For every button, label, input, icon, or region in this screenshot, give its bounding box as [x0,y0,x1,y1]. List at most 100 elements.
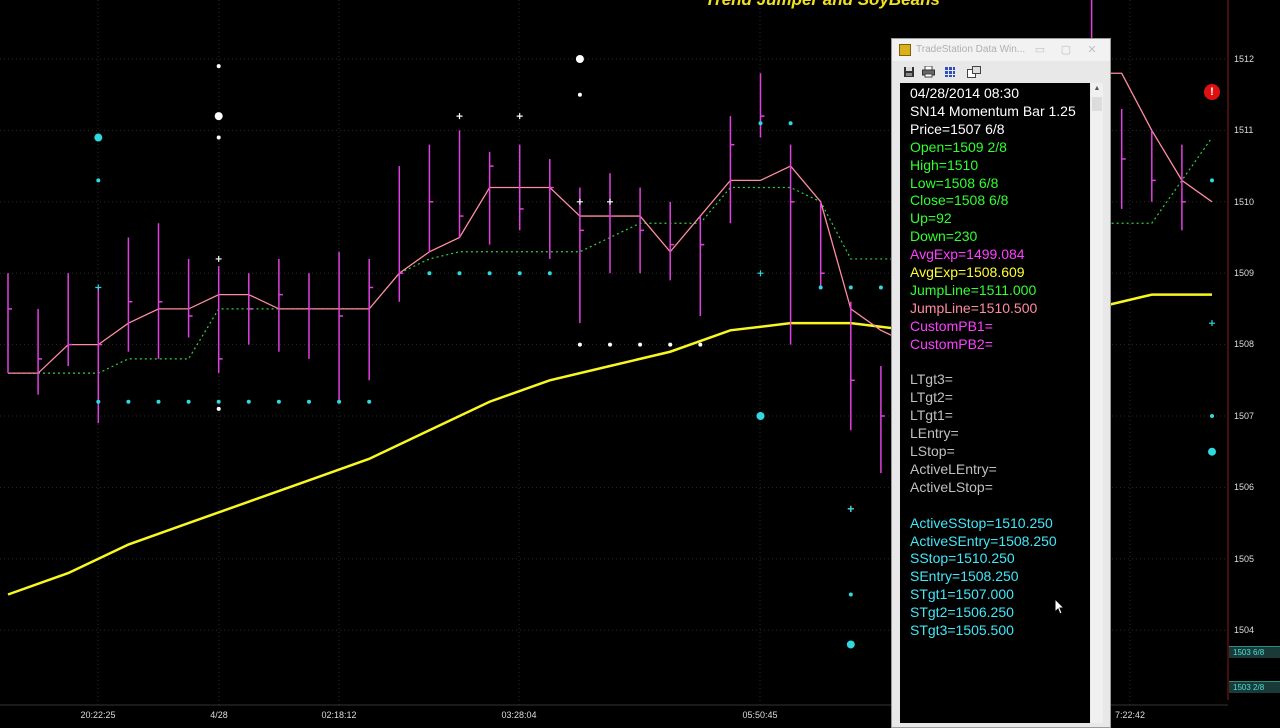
cyan-dot [849,285,853,289]
white-dot [578,93,582,97]
data-window-row: JumpLine=1510.500 [910,299,1037,317]
data-window-row: AvgExp=1508.609 [910,263,1025,281]
scroll-thumb[interactable] [1092,97,1102,111]
data-window[interactable]: TradeStation Data Win... ▭ ▢ ✕ 04/28/201… [891,38,1111,728]
y-tick: 1506 [1234,482,1254,492]
data-window-values: 04/28/2014 08:30SN14 Momentum Bar 1.25Pr… [900,83,1090,723]
data-window-row: LTgt3= [910,370,953,388]
cyan-dot [277,400,281,404]
data-window-row: STgt3=1505.500 [910,621,1014,639]
cyan-cross [95,284,101,290]
data-window-row: SStop=1510.250 [910,549,1015,567]
data-window-row: LEntry= [910,424,959,442]
data-window-row: ActiveLStop= [910,478,993,496]
white-dot [698,343,702,347]
copy-icon[interactable] [967,66,981,79]
cyan-dot [337,400,341,404]
print-icon[interactable] [921,66,935,79]
cyan-dot [548,271,552,275]
cyan-target-dot [757,412,765,420]
white-dot [638,343,642,347]
y-tick: 1512 [1234,54,1254,64]
cyan-dot [217,400,221,404]
white-cross [216,256,222,262]
y-tick: 1511 [1234,125,1253,135]
data-window-row: LTgt2= [910,388,953,406]
mouse-cursor-icon [1054,598,1066,616]
cyan-target-dot [1208,448,1216,456]
last-price-tag: 1503 6/8 [1229,646,1280,658]
white-dot [217,407,221,411]
cyan-dot [759,121,763,125]
alert-icon[interactable]: ! [1204,84,1220,100]
grid-icon[interactable] [943,66,957,79]
x-tick: 03:28:04 [501,710,536,720]
white-cross [577,199,583,205]
cyan-target-dot [94,134,102,142]
cyan-dot [1210,414,1214,418]
data-window-row: CustomPB1= [910,317,993,335]
data-window-row: 04/28/2014 08:30 [910,84,1019,102]
data-window-row: Down=230 [910,227,977,245]
data-window-row: STgt1=1507.000 [910,585,1014,603]
data-window-row: ActiveLEntry= [910,460,997,478]
white-cross [607,199,613,205]
x-tick: 7:22:42 [1115,710,1145,720]
data-window-row: STgt2=1506.250 [910,603,1014,621]
x-tick: 4/28 [210,710,228,720]
cyan-dot [789,121,793,125]
data-window-row: JumpLine=1511.000 [910,281,1036,299]
white-dot [217,136,221,140]
cyan-dot [126,400,130,404]
cyan-dot [187,400,191,404]
last-price-tag: 1503 2/8 [1229,681,1280,693]
data-window-row: SEntry=1508.250 [910,567,1019,585]
data-window-row: LTgt1= [910,406,953,424]
data-window-row: High=1510 [910,156,978,174]
data-window-row: Open=1509 2/8 [910,138,1007,156]
y-tick: 1509 [1234,268,1254,278]
data-window-row: Close=1508 6/8 [910,191,1008,209]
cyan-dot [96,178,100,182]
data-window-row: Low=1508 6/8 [910,174,998,192]
cyan-dot [247,400,251,404]
cyan-dot [849,593,853,597]
white-dot [578,343,582,347]
chart-title: Trend Jumper and SoyBeans [705,0,940,10]
white-target-dot [576,55,584,63]
x-tick: 20:22:25 [80,710,115,720]
cyan-dot [157,400,161,404]
data-window-row: ActiveSStop=1510.250 [910,514,1053,532]
close-button[interactable]: ✕ [1084,43,1100,57]
maximize-button[interactable]: ▢ [1058,43,1074,57]
white-target-dot [215,112,223,120]
data-window-row: SN14 Momentum Bar 1.25 [910,102,1076,120]
minimize-button[interactable]: ▭ [1032,43,1048,57]
data-window-row: ActiveSEntry=1508.250 [910,532,1057,550]
y-tick: 1508 [1234,339,1254,349]
white-dot [217,64,221,68]
cyan-dot [367,400,371,404]
y-tick: 1510 [1234,197,1254,207]
scrollbar[interactable]: ▲ [1091,83,1103,723]
data-window-title: TradeStation Data Win... [916,44,1025,55]
white-cross [457,113,463,119]
cyan-dot [458,271,462,275]
data-window-toolbar [892,64,1110,82]
data-window-titlebar[interactable]: TradeStation Data Win... ▭ ▢ ✕ [892,39,1110,61]
cyan-dot [518,271,522,275]
y-tick: 1504 [1234,625,1254,635]
cyan-dot [307,400,311,404]
save-icon[interactable] [902,66,916,79]
cyan-target-dot [847,640,855,648]
cyan-cross [848,506,854,512]
white-dot [668,343,672,347]
data-window-row: Price=1507 6/8 [910,120,1005,138]
cyan-cross [1209,320,1215,326]
cyan-dot [488,271,492,275]
white-dot [608,343,612,347]
cyan-dot [96,400,100,404]
scroll-up-icon[interactable]: ▲ [1091,83,1103,95]
avg-exp-segment [8,323,911,594]
y-tick: 1505 [1234,554,1254,564]
